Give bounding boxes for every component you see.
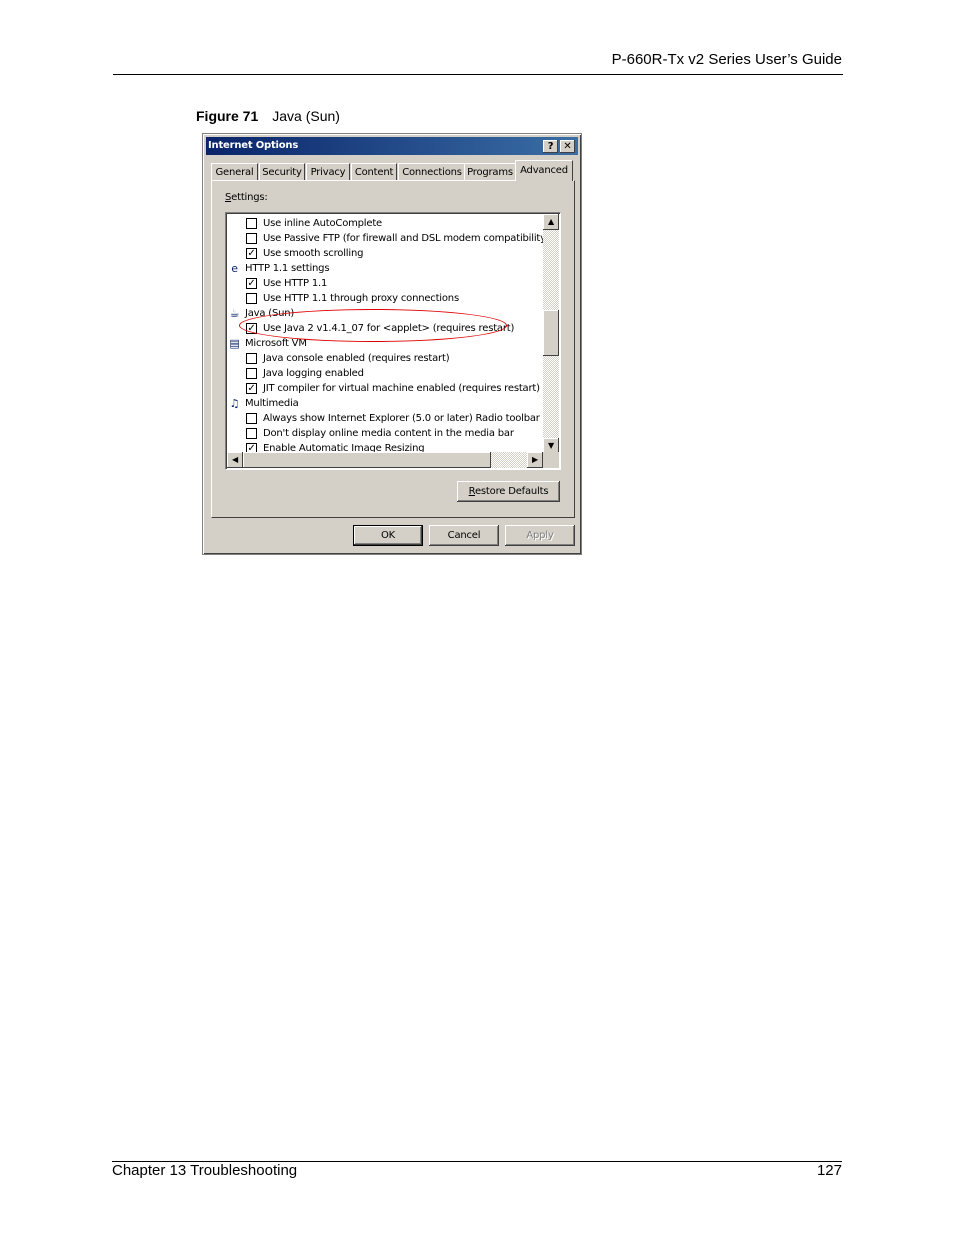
scroll-up-arrow-icon[interactable]: ▲ <box>543 214 559 230</box>
setting-label: Don't display online media content in th… <box>263 428 514 439</box>
restore-defaults-button[interactable]: Restore Defaults <box>457 481 560 502</box>
setting-label: Java (Sun) <box>245 308 295 319</box>
setting-label: Use Java 2 v1.4.1_07 for <applet> (requi… <box>263 323 515 334</box>
tab-advanced[interactable]: Advanced <box>515 160 573 181</box>
horizontal-scroll-thumb[interactable] <box>243 452 491 468</box>
unchecked-checkbox[interactable] <box>246 428 257 439</box>
ok-button[interactable]: OK <box>353 525 423 546</box>
ie-icon: e <box>231 262 238 275</box>
tab-content[interactable]: Content <box>351 163 397 180</box>
cancel-button[interactable]: Cancel <box>429 525 499 546</box>
vertical-scroll-thumb[interactable] <box>543 310 559 356</box>
scrollbar-corner <box>543 452 559 468</box>
tab-privacy[interactable]: Privacy <box>306 163 350 180</box>
checked-checkbox[interactable]: ✓ <box>246 383 257 394</box>
unchecked-checkbox[interactable] <box>246 368 257 379</box>
checked-checkbox[interactable]: ✓ <box>246 323 257 334</box>
dialog-titlebar[interactable]: Internet Options ? ✕ <box>206 137 578 155</box>
setting-label: JIT compiler for virtual machine enabled… <box>263 383 540 394</box>
document-icon: ▤ <box>229 337 240 350</box>
figure-title: Java (Sun) <box>272 108 340 124</box>
setting-label: Always show Internet Explorer (5.0 or la… <box>263 413 540 424</box>
dialog-title: Internet Options <box>208 140 299 151</box>
unchecked-checkbox[interactable] <box>246 353 257 364</box>
setting-label: Java console enabled (requires restart) <box>263 353 450 364</box>
header-rule <box>113 74 843 75</box>
running-header: P-660R-Tx v2 Series User’s Guide <box>611 51 842 68</box>
apply-button: Apply <box>505 525 575 546</box>
figure-label: Figure 71 <box>196 108 259 124</box>
settings-label: Settings: <box>225 192 268 203</box>
settings-list[interactable]: Use inline AutoComplete Use Passive FTP (… <box>225 212 561 470</box>
setting-label: Use inline AutoComplete <box>263 218 383 229</box>
unchecked-checkbox[interactable] <box>246 218 257 229</box>
setting-label: Use HTTP 1.1 <box>263 278 328 289</box>
checked-checkbox[interactable]: ✓ <box>246 278 257 289</box>
scroll-right-arrow-icon[interactable]: ▶ <box>527 452 543 468</box>
setting-label: Java logging enabled <box>263 368 364 379</box>
vertical-scrollbar[interactable]: ▲ ▼ <box>543 214 559 454</box>
setting-label: HTTP 1.1 settings <box>245 263 330 274</box>
multimedia-icon: ♫ <box>229 397 240 410</box>
page-number: 127 <box>816 1162 842 1179</box>
tab-security[interactable]: Security <box>259 163 305 180</box>
unchecked-checkbox[interactable] <box>246 233 257 244</box>
tab-connections[interactable]: Connections <box>398 163 466 180</box>
setting-label: Use Passive FTP (for firewall and DSL mo… <box>263 233 550 244</box>
footer-chapter: Chapter 13 Troubleshooting <box>112 1162 298 1179</box>
setting-label: Use smooth scrolling <box>263 248 364 259</box>
setting-label: Use HTTP 1.1 through proxy connections <box>263 293 459 304</box>
figure-caption: Figure 71 Java (Sun) <box>196 108 340 124</box>
unchecked-checkbox[interactable] <box>246 413 257 424</box>
scroll-left-arrow-icon[interactable]: ◀ <box>227 452 243 468</box>
java-icon: ☕ <box>229 307 240 320</box>
checked-checkbox[interactable]: ✓ <box>246 248 257 259</box>
horizontal-scrollbar[interactable]: ◀ ▶ <box>227 452 543 468</box>
internet-options-dialog: Internet Options ? ✕ General Security Priv… <box>202 133 582 555</box>
tab-programs[interactable]: Programs <box>464 163 516 180</box>
close-button[interactable]: ✕ <box>560 140 575 153</box>
unchecked-checkbox[interactable] <box>246 293 257 304</box>
setting-label: Microsoft VM <box>245 338 307 349</box>
help-button[interactable]: ? <box>543 140 558 153</box>
setting-label: Multimedia <box>245 398 299 409</box>
tab-general[interactable]: General <box>211 163 258 180</box>
